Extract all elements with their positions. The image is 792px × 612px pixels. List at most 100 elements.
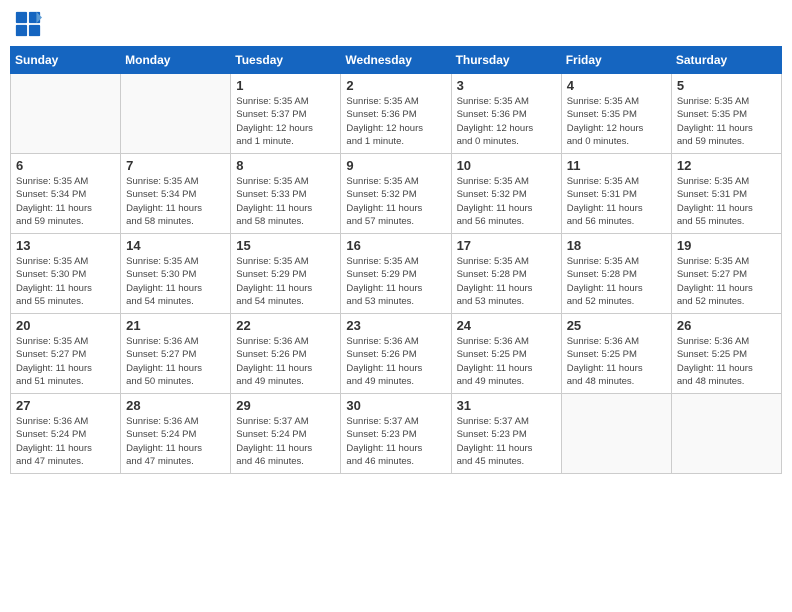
calendar-cell: 11 Sunrise: 5:35 AMSunset: 5:31 PMDayligh… [561, 154, 671, 234]
day-number: 24 [457, 318, 556, 333]
calendar-cell: 12 Sunrise: 5:35 AMSunset: 5:31 PMDayligh… [671, 154, 781, 234]
day-info: Sunrise: 5:35 AMSunset: 5:33 PMDaylight:… [236, 175, 335, 228]
day-number: 8 [236, 158, 335, 173]
calendar-week-row: 20 Sunrise: 5:35 AMSunset: 5:27 PMDayligh… [11, 314, 782, 394]
day-number: 13 [16, 238, 115, 253]
calendar-cell: 4Sunrise: 5:35 AMSunset: 5:35 PMDaylight… [561, 74, 671, 154]
calendar-cell: 14 Sunrise: 5:35 AMSunset: 5:30 PMDayligh… [121, 234, 231, 314]
calendar-cell: 15Sunrise: 5:35 AMSunset: 5:29 PMDayligh… [231, 234, 341, 314]
calendar-week-row: 6 Sunrise: 5:35 AMSunset: 5:34 PMDaylight… [11, 154, 782, 234]
day-number: 21 [126, 318, 225, 333]
calendar-cell: 24 Sunrise: 5:36 AMSunset: 5:25 PMDayligh… [451, 314, 561, 394]
calendar-cell: 17 Sunrise: 5:35 AMSunset: 5:28 PMDayligh… [451, 234, 561, 314]
day-info: Sunrise: 5:35 AMSunset: 5:35 PMDaylight:… [677, 95, 776, 148]
calendar-cell: 30 Sunrise: 5:37 AMSunset: 5:23 PMDayligh… [341, 394, 451, 474]
day-info: Sunrise: 5:35 AMSunset: 5:34 PMDaylight:… [126, 175, 225, 228]
calendar-cell: 7 Sunrise: 5:35 AMSunset: 5:34 PMDaylight… [121, 154, 231, 234]
calendar-cell [561, 394, 671, 474]
calendar-cell: 5Sunrise: 5:35 AMSunset: 5:35 PMDaylight… [671, 74, 781, 154]
calendar-cell: 19 Sunrise: 5:35 AMSunset: 5:27 PMDayligh… [671, 234, 781, 314]
weekday-header: Thursday [451, 47, 561, 74]
calendar-cell: 13 Sunrise: 5:35 AMSunset: 5:30 PMDayligh… [11, 234, 121, 314]
calendar-cell [671, 394, 781, 474]
weekday-header: Sunday [11, 47, 121, 74]
page-header [10, 10, 782, 38]
day-info: Sunrise: 5:35 AMSunset: 5:32 PMDaylight:… [346, 175, 445, 228]
day-info: Sunrise: 5:35 AMSunset: 5:27 PMDaylight:… [677, 255, 776, 308]
day-number: 30 [346, 398, 445, 413]
day-number: 7 [126, 158, 225, 173]
day-number: 26 [677, 318, 776, 333]
calendar-cell: 9Sunrise: 5:35 AMSunset: 5:32 PMDaylight… [341, 154, 451, 234]
day-number: 28 [126, 398, 225, 413]
calendar-week-row: 13 Sunrise: 5:35 AMSunset: 5:30 PMDayligh… [11, 234, 782, 314]
weekday-header: Wednesday [341, 47, 451, 74]
day-info: Sunrise: 5:36 AMSunset: 5:25 PMDaylight:… [457, 335, 556, 388]
weekday-header: Monday [121, 47, 231, 74]
day-number: 31 [457, 398, 556, 413]
day-info: Sunrise: 5:37 AMSunset: 5:23 PMDaylight:… [457, 415, 556, 468]
day-number: 22 [236, 318, 335, 333]
day-info: Sunrise: 5:35 AMSunset: 5:31 PMDaylight:… [677, 175, 776, 228]
day-number: 19 [677, 238, 776, 253]
day-info: Sunrise: 5:36 AMSunset: 5:24 PMDaylight:… [126, 415, 225, 468]
day-number: 2 [346, 78, 445, 93]
day-info: Sunrise: 5:35 AMSunset: 5:27 PMDaylight:… [16, 335, 115, 388]
day-number: 23 [346, 318, 445, 333]
day-info: Sunrise: 5:35 AMSunset: 5:28 PMDaylight:… [457, 255, 556, 308]
day-number: 11 [567, 158, 666, 173]
calendar-cell: 6 Sunrise: 5:35 AMSunset: 5:34 PMDaylight… [11, 154, 121, 234]
calendar-cell: 20 Sunrise: 5:35 AMSunset: 5:27 PMDayligh… [11, 314, 121, 394]
day-info: Sunrise: 5:37 AMSunset: 5:23 PMDaylight:… [346, 415, 445, 468]
calendar-cell: 8 Sunrise: 5:35 AMSunset: 5:33 PMDaylight… [231, 154, 341, 234]
day-info: Sunrise: 5:35 AMSunset: 5:32 PMDaylight:… [457, 175, 556, 228]
day-info: Sunrise: 5:36 AMSunset: 5:24 PMDaylight:… [16, 415, 115, 468]
calendar-cell: 29Sunrise: 5:37 AMSunset: 5:24 PMDayligh… [231, 394, 341, 474]
weekday-header: Tuesday [231, 47, 341, 74]
day-number: 25 [567, 318, 666, 333]
day-number: 18 [567, 238, 666, 253]
day-info: Sunrise: 5:35 AMSunset: 5:31 PMDaylight:… [567, 175, 666, 228]
day-number: 3 [457, 78, 556, 93]
day-number: 16 [346, 238, 445, 253]
day-info: Sunrise: 5:35 AMSunset: 5:29 PMDaylight:… [346, 255, 445, 308]
day-number: 20 [16, 318, 115, 333]
day-number: 14 [126, 238, 225, 253]
day-info: Sunrise: 5:35 AMSunset: 5:34 PMDaylight:… [16, 175, 115, 228]
logo-icon [14, 10, 42, 38]
day-number: 1 [236, 78, 335, 93]
calendar-cell: 21 Sunrise: 5:36 AMSunset: 5:27 PMDayligh… [121, 314, 231, 394]
day-number: 17 [457, 238, 556, 253]
calendar-cell [121, 74, 231, 154]
calendar-cell: 16 Sunrise: 5:35 AMSunset: 5:29 PMDayligh… [341, 234, 451, 314]
day-info: Sunrise: 5:35 AMSunset: 5:28 PMDaylight:… [567, 255, 666, 308]
day-info: Sunrise: 5:35 AMSunset: 5:30 PMDaylight:… [126, 255, 225, 308]
calendar-cell: 10 Sunrise: 5:35 AMSunset: 5:32 PMDayligh… [451, 154, 561, 234]
calendar-week-row: 1Sunrise: 5:35 AMSunset: 5:37 PMDaylight… [11, 74, 782, 154]
day-info: Sunrise: 5:36 AMSunset: 5:27 PMDaylight:… [126, 335, 225, 388]
day-info: Sunrise: 5:37 AMSunset: 5:24 PMDaylight:… [236, 415, 335, 468]
day-info: Sunrise: 5:35 AMSunset: 5:36 PMDaylight:… [457, 95, 556, 148]
weekday-header: Saturday [671, 47, 781, 74]
calendar-table: SundayMondayTuesdayWednesdayThursdayFrid… [10, 46, 782, 474]
day-info: Sunrise: 5:36 AMSunset: 5:26 PMDaylight:… [236, 335, 335, 388]
calendar-cell: 1Sunrise: 5:35 AMSunset: 5:37 PMDaylight… [231, 74, 341, 154]
logo [14, 10, 46, 38]
day-number: 27 [16, 398, 115, 413]
calendar-cell: 28 Sunrise: 5:36 AMSunset: 5:24 PMDayligh… [121, 394, 231, 474]
calendar-cell: 2Sunrise: 5:35 AMSunset: 5:36 PMDaylight… [341, 74, 451, 154]
day-number: 10 [457, 158, 556, 173]
calendar-cell: 27 Sunrise: 5:36 AMSunset: 5:24 PMDayligh… [11, 394, 121, 474]
day-info: Sunrise: 5:36 AMSunset: 5:25 PMDaylight:… [677, 335, 776, 388]
day-info: Sunrise: 5:36 AMSunset: 5:25 PMDaylight:… [567, 335, 666, 388]
day-number: 4 [567, 78, 666, 93]
calendar-cell: 3 Sunrise: 5:35 AMSunset: 5:36 PMDaylight… [451, 74, 561, 154]
day-number: 12 [677, 158, 776, 173]
calendar-cell [11, 74, 121, 154]
day-number: 6 [16, 158, 115, 173]
day-number: 15 [236, 238, 335, 253]
calendar-cell: 23Sunrise: 5:36 AMSunset: 5:26 PMDayligh… [341, 314, 451, 394]
calendar-cell: 31 Sunrise: 5:37 AMSunset: 5:23 PMDayligh… [451, 394, 561, 474]
day-info: Sunrise: 5:35 AMSunset: 5:30 PMDaylight:… [16, 255, 115, 308]
calendar-cell: 22 Sunrise: 5:36 AMSunset: 5:26 PMDayligh… [231, 314, 341, 394]
